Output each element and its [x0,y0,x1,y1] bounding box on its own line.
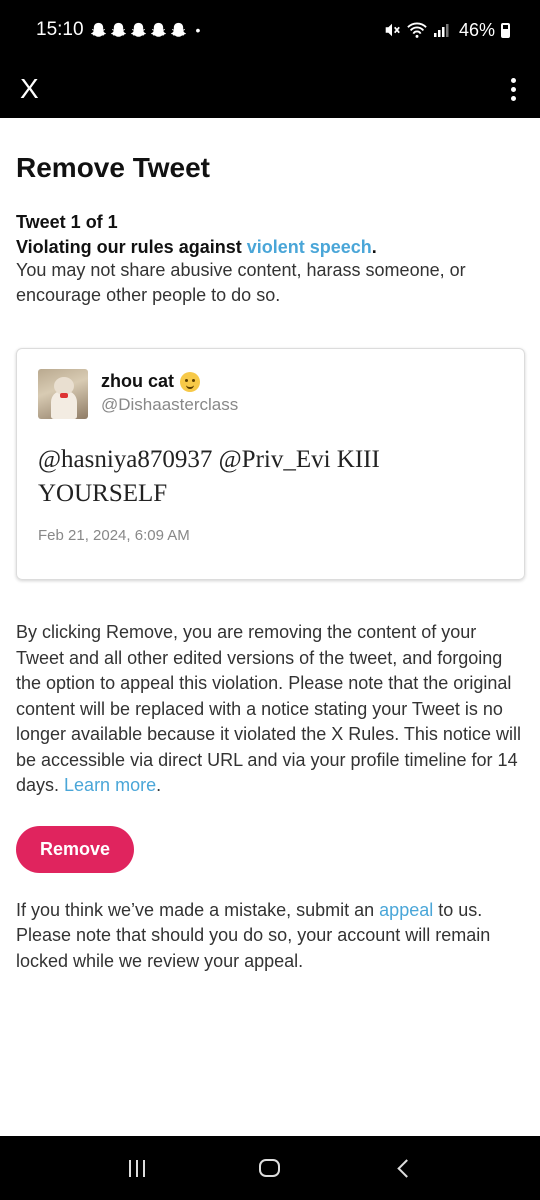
close-button[interactable]: X [20,75,39,103]
tweet-date: Feb 21, 2024, 6:09 AM [38,527,190,544]
back-icon [397,1158,416,1178]
tweet-header: zhou cat @Dishaasterclass [38,369,504,419]
status-bar: 15:10 • 46% [0,0,540,60]
battery-icon [501,22,510,38]
wifi-icon [407,22,427,38]
author-display-name: zhou cat [101,371,238,392]
signal-icon [433,24,449,37]
notification-icons: • [90,22,201,39]
main-content: Remove Tweet Tweet 1 of 1 Violating our … [16,118,526,974]
avatar [38,369,88,419]
remove-button[interactable]: Remove [16,825,134,873]
back-button[interactable] [381,1146,425,1190]
author-handle: @Dishaasterclass [101,395,239,414]
tweet-text: @hasniya870937 @Priv_Evi KIII YOURSELF [38,446,380,507]
violation-suffix: . [371,237,377,257]
system-nav-bar [0,1136,540,1200]
recents-icon [128,1159,145,1177]
remove-info-period: . [156,775,162,795]
display-name-text: zhou cat [101,371,175,391]
status-right-icons: 46% [383,20,510,41]
mute-icon [385,23,400,37]
remove-info-text: By clicking Remove, you are removing the… [16,620,526,799]
remove-info-body: By clicking Remove, you are removing the… [16,622,521,795]
tweet-author: zhou cat @Dishaasterclass [101,371,238,415]
app-bar: X [0,60,540,118]
snapchat-ghost-icon [130,22,146,37]
home-icon [259,1159,281,1177]
home-button[interactable] [248,1146,292,1190]
appeal-link[interactable]: appeal [379,900,433,920]
snapchat-ghost-icon [110,22,126,37]
violent-speech-link[interactable]: violent speech [247,237,372,257]
snapchat-ghost-icon [90,22,106,37]
more-options-icon[interactable] [505,74,522,105]
tweet-count: Tweet 1 of 1 [16,212,118,232]
appeal-prefix: If you think we’ve made a mistake, submi… [16,899,380,920]
violation-prefix: Violating our rules against [16,237,247,257]
status-dot: • [195,22,201,38]
violation-heading: Violating our rules against violent spee… [16,237,526,258]
learn-more-link[interactable]: Learn more [64,775,156,795]
battery-percent: 46% [458,19,495,40]
violation-description: You may not share abusive content, haras… [16,260,466,305]
saluting-face-emoji-icon [180,371,201,392]
snapchat-ghost-icon [150,22,166,37]
tweet-card: zhou cat @Dishaasterclass @hasniya870937… [16,348,525,580]
appeal-info-text: If you think we’ve made a mistake, submi… [16,898,526,975]
recents-button[interactable] [115,1146,159,1190]
status-time: 15:10 [36,19,84,40]
snapchat-ghost-icon [170,22,186,37]
page-title: Remove Tweet [16,152,210,183]
